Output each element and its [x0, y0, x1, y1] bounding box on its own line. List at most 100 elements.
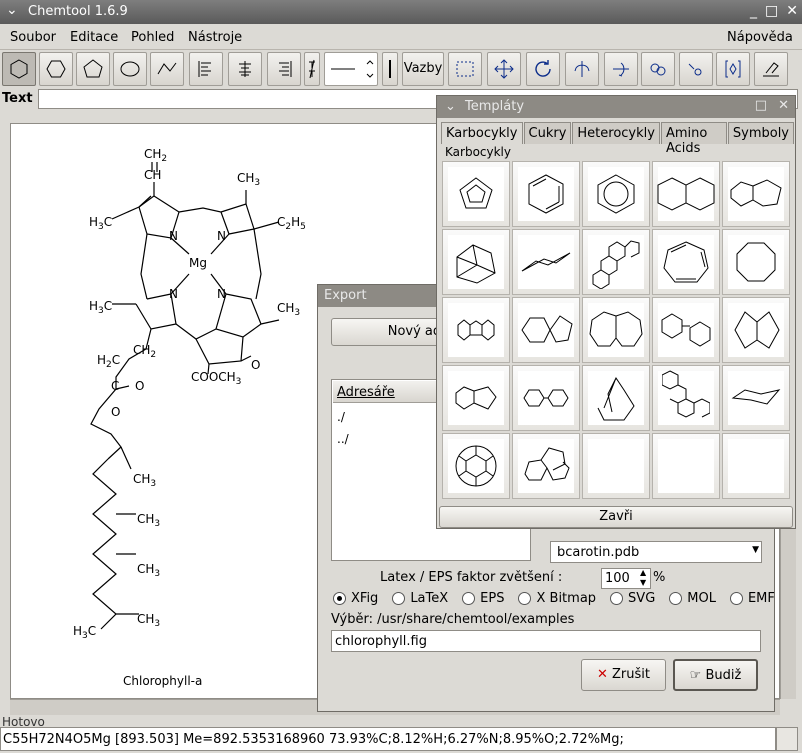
template-phenanthrene[interactable]: [652, 365, 720, 431]
format-mol-radio[interactable]: MOL: [669, 591, 716, 606]
template-cyclooctane[interactable]: [722, 229, 790, 295]
erase-tool-button[interactable]: [754, 52, 788, 86]
menu-file[interactable]: Soubor: [10, 30, 56, 45]
svg-text:C2H5: C2H5: [277, 215, 306, 232]
tab-cukry[interactable]: Cukry: [523, 122, 572, 144]
line-style-select[interactable]: [324, 52, 378, 86]
radio-dot[interactable]: [610, 592, 624, 605]
radio-dot[interactable]: [333, 592, 346, 605]
close-icon[interactable]: ✕: [778, 98, 789, 113]
cancel-button[interactable]: ✕ Zrušit: [581, 659, 666, 691]
template-cyclopentane[interactable]: [442, 161, 510, 227]
window-menu-icon[interactable]: ⌄: [6, 2, 18, 18]
template-fluorene[interactable]: [442, 297, 510, 363]
template-indane[interactable]: [442, 365, 510, 431]
rotate-tool-button[interactable]: [526, 52, 560, 86]
chain-tool-button[interactable]: [150, 52, 184, 86]
template-heptalene[interactable]: [582, 297, 650, 363]
close-templates-button[interactable]: Zavři: [439, 506, 793, 528]
radio-dot[interactable]: [462, 592, 476, 605]
template-benzene-aromatic[interactable]: [582, 161, 650, 227]
close-icon[interactable]: ✕: [786, 3, 798, 19]
file-list-scroll-down-icon[interactable]: ▼: [752, 545, 759, 555]
flip-horizontal-button[interactable]: [604, 52, 638, 86]
tab-symboly[interactable]: Symboly: [727, 122, 794, 144]
bicyclic-icon: [734, 311, 780, 349]
format-xfig-radio[interactable]: XFig: [333, 591, 378, 606]
move-tool-button[interactable]: [487, 52, 521, 86]
tab-heterocykly[interactable]: Heterocykly: [572, 122, 660, 144]
svg-text:CH: CH: [144, 168, 161, 182]
template-biphenyl-aromatic[interactable]: [512, 365, 580, 431]
template-biphenyl[interactable]: [652, 297, 720, 363]
template-empty[interactable]: [722, 433, 790, 499]
atom-tool-button[interactable]: [641, 52, 675, 86]
template-benzene[interactable]: [512, 161, 580, 227]
radio-dot[interactable]: [669, 592, 683, 605]
bonds-button[interactable]: Vazby: [402, 52, 444, 86]
filename-input[interactable]: chlorophyll.fig: [331, 630, 761, 652]
minimize-icon[interactable]: _: [750, 3, 757, 19]
format-label: XFig: [351, 591, 379, 606]
scale-unit: %: [653, 570, 666, 585]
template-empty[interactable]: [652, 433, 720, 499]
menu-edit[interactable]: Editace: [70, 30, 118, 45]
naphthalene-icon: [657, 177, 715, 211]
ok-label: Budiž: [705, 668, 742, 683]
align-center-button[interactable]: [228, 52, 262, 86]
template-norbornane[interactable]: [582, 365, 650, 431]
tab-amino-acids[interactable]: Amino Acids: [660, 122, 727, 156]
tab-karbocykly[interactable]: Karbocykly: [441, 122, 523, 144]
template-naphthalene[interactable]: [652, 161, 720, 227]
directory-item[interactable]: ./: [337, 410, 345, 424]
window-menu-icon[interactable]: ⌄: [445, 99, 456, 114]
align-left-button[interactable]: [189, 52, 223, 86]
file-list[interactable]: bcarotin.pdb ▼: [550, 541, 762, 563]
align-right-button[interactable]: [267, 52, 301, 86]
select-tool-button[interactable]: [448, 52, 482, 86]
template-adamantane[interactable]: [442, 229, 510, 295]
template-pentalene[interactable]: [512, 433, 580, 499]
bond-width-button[interactable]: [382, 52, 398, 86]
template-empty[interactable]: [582, 433, 650, 499]
directory-item[interactable]: ../: [337, 432, 349, 446]
radio-dot[interactable]: [729, 592, 743, 605]
template-cycloheptatriene[interactable]: [652, 229, 720, 295]
template-bicyclic[interactable]: [722, 297, 790, 363]
flip-vertical-button[interactable]: [565, 52, 599, 86]
radio-dot[interactable]: [392, 592, 406, 605]
rotated-hexagon-tool-button[interactable]: [39, 52, 73, 86]
format-eps-radio[interactable]: EPS: [462, 591, 504, 606]
template-cyclohexane-chair[interactable]: [512, 229, 580, 295]
template-spiro[interactable]: [512, 297, 580, 363]
formula-spin-button[interactable]: [776, 727, 798, 751]
hexagon-tool-button[interactable]: [2, 52, 36, 86]
file-item[interactable]: bcarotin.pdb: [557, 545, 639, 560]
format-xbitmap-radio[interactable]: X Bitmap: [518, 591, 596, 606]
scale-spinner-icon[interactable]: ▲ ▼: [640, 568, 646, 588]
svg-text:H3C: H3C: [89, 299, 112, 316]
menu-tools[interactable]: Nástroje: [188, 30, 242, 45]
svg-text:COOCH3: COOCH3: [191, 370, 241, 387]
menu-view[interactable]: Pohled: [131, 30, 174, 45]
charge-tool-button[interactable]: [679, 52, 713, 86]
bracket-tool-button[interactable]: [716, 52, 750, 86]
pentagon-tool-button[interactable]: [76, 52, 110, 86]
format-svg-radio[interactable]: SVG: [610, 591, 655, 606]
text-orientation-button[interactable]: [304, 52, 320, 86]
maximize-icon[interactable]: □: [765, 3, 778, 19]
text-orientation-icon: [309, 59, 315, 79]
template-steroid[interactable]: [582, 229, 650, 295]
template-azulene[interactable]: [722, 161, 790, 227]
format-latex-radio[interactable]: LaTeX: [392, 591, 448, 606]
format-emf-radio[interactable]: EMF: [729, 591, 775, 606]
maximize-icon[interactable]: □: [755, 98, 767, 113]
menu-help[interactable]: Nápověda: [727, 30, 793, 45]
cancel-label: Zrušit: [612, 667, 651, 682]
ok-button[interactable]: ☞ Budiž: [673, 659, 758, 691]
template-cyclohexane-boat[interactable]: [722, 365, 790, 431]
hexagon-rotated-icon: [46, 60, 66, 78]
radio-dot[interactable]: [518, 592, 532, 605]
octagon-tool-button[interactable]: [113, 52, 147, 86]
template-coronene[interactable]: [442, 433, 510, 499]
